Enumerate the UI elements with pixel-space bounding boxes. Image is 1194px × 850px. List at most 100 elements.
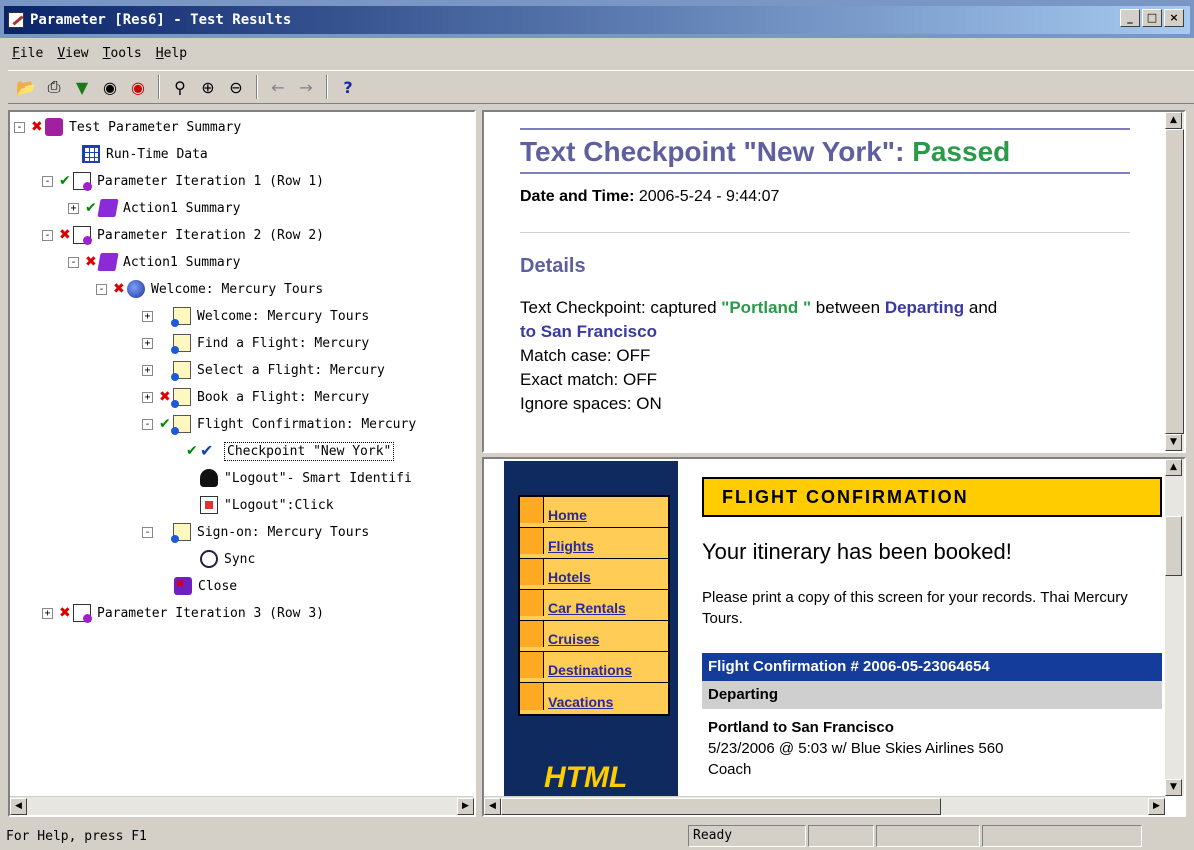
details-vertical-scrollbar[interactable]: ▲ ▼ xyxy=(1165,112,1184,451)
nav-link[interactable]: Cruises xyxy=(548,631,599,647)
web-sidebar: Home Flights Hotels Car Rentals Cruises … xyxy=(504,461,678,801)
print-icon[interactable]: ⎙ xyxy=(42,75,66,99)
tree-node-welcome-page[interactable]: + Welcome: Mercury Tours xyxy=(142,303,369,329)
tree-node-logout-click[interactable]: "Logout":Click xyxy=(200,492,334,518)
page-icon xyxy=(73,172,92,191)
scroll-thumb[interactable] xyxy=(1165,129,1184,434)
scroll-left-icon[interactable]: ◀ xyxy=(484,797,501,815)
nav-link[interactable]: Destinations xyxy=(548,662,632,678)
page-horizontal-scrollbar[interactable]: ◀ ▶ xyxy=(484,796,1165,815)
collapse-icon[interactable]: - xyxy=(14,121,25,133)
tree-node-welcome-browser[interactable]: - ✖ Welcome: Mercury Tours xyxy=(96,276,323,302)
tree-node-find-flight[interactable]: + Find a Flight: Mercury xyxy=(142,330,369,356)
tree-node-iteration-3[interactable]: + ✖ Parameter Iteration 3 (Row 3) xyxy=(42,600,324,626)
back-arrow-icon[interactable]: ← xyxy=(266,75,290,99)
after-text-value: to San Francisco xyxy=(520,322,657,341)
tree-node-iteration-1[interactable]: - ✔ Parameter Iteration 1 (Row 1) xyxy=(42,168,324,194)
tree-node-iteration-2[interactable]: - ✖ Parameter Iteration 2 (Row 2) xyxy=(42,222,324,248)
tree-node-runtime-data[interactable]: Run-Time Data xyxy=(82,141,208,167)
menu-bar: File View Tools Help xyxy=(0,40,1194,66)
nav-link[interactable]: Flights xyxy=(548,538,594,554)
nav-link[interactable]: Car Rentals xyxy=(548,600,626,616)
fail-icon: ✖ xyxy=(31,119,43,135)
tree-horizontal-scrollbar[interactable]: ◀ ▶ xyxy=(10,796,474,815)
find-previous-icon[interactable]: ◉ xyxy=(126,75,150,99)
scroll-down-icon[interactable]: ▼ xyxy=(1165,779,1182,796)
nav-flights[interactable]: Flights xyxy=(520,528,668,559)
nav-link[interactable]: Hotels xyxy=(548,569,591,585)
tree-node-sync[interactable]: Sync xyxy=(200,546,255,572)
filter-icon[interactable]: ▼ xyxy=(70,75,94,99)
date-time-value: 2006-5-24 - 9:44:07 xyxy=(634,188,780,205)
tree-node-select-flight[interactable]: + Select a Flight: Mercury xyxy=(142,357,385,383)
collapse-icon[interactable]: - xyxy=(68,256,79,268)
tree-node-label: Welcome: Mercury Tours xyxy=(197,308,370,324)
zoom-out-icon[interactable]: ⊖ xyxy=(224,75,248,99)
scroll-up-icon[interactable]: ▲ xyxy=(1165,112,1182,129)
scroll-left-icon[interactable]: ◀ xyxy=(10,797,27,815)
open-icon[interactable]: 📂 xyxy=(14,75,38,99)
tree-node-label: Sync xyxy=(224,551,256,567)
tree-node-book-flight[interactable]: + ✖ Book a Flight: Mercury xyxy=(142,384,369,410)
nav-link[interactable]: Vacations xyxy=(548,694,613,710)
scroll-thumb[interactable] xyxy=(1165,516,1182,576)
tree-node-label: "Logout"- Smart Identifi xyxy=(224,470,412,486)
web-nav: Home Flights Hotels Car Rentals Cruises … xyxy=(518,495,670,716)
confirmation-number: Flight Confirmation # 2006-05-23064654 xyxy=(702,653,1162,681)
collapse-icon[interactable]: - xyxy=(96,283,107,295)
nav-car-rentals[interactable]: Car Rentals xyxy=(520,590,668,621)
flight-route: Portland to San Francisco xyxy=(708,719,894,736)
nav-hotels[interactable]: Hotels xyxy=(520,559,668,590)
nav-cruises[interactable]: Cruises xyxy=(520,621,668,652)
collapse-icon[interactable]: - xyxy=(42,175,53,187)
tree-node-close[interactable]: Close xyxy=(174,573,237,599)
expand-icon[interactable]: + xyxy=(142,391,153,403)
tree-node-checkpoint-new-york[interactable]: ✔ ✔ Checkpoint "New York" xyxy=(186,438,395,464)
tree-node-flight-confirmation[interactable]: - ✔ Flight Confirmation: Mercury xyxy=(142,411,416,437)
minimize-button[interactable]: _ xyxy=(1120,9,1140,27)
nav-link[interactable]: Home xyxy=(548,507,587,523)
expand-icon[interactable]: + xyxy=(68,202,79,214)
tree-node-action1-summary-fail[interactable]: - ✖ Action1 Summary xyxy=(68,249,240,275)
tree-node-label: Find a Flight: Mercury xyxy=(197,335,370,351)
nav-vacations[interactable]: Vacations xyxy=(520,683,668,714)
menu-tools[interactable]: Tools xyxy=(103,46,142,61)
zoom-in-icon[interactable]: ⊕ xyxy=(196,75,220,99)
find-icon[interactable]: ◉ xyxy=(98,75,122,99)
zoom-fit-icon[interactable]: ⚲ xyxy=(168,75,192,99)
tree-node-label: Action1 Summary xyxy=(123,254,241,270)
window-title: Parameter [Res6] - Test Results xyxy=(30,12,292,28)
details-body: Text Checkpoint: captured "Portland " be… xyxy=(520,296,1130,416)
tree-node-logout-smart-id[interactable]: "Logout"- Smart Identifi xyxy=(200,465,412,491)
close-button[interactable]: × xyxy=(1164,9,1184,27)
nav-destinations[interactable]: Destinations xyxy=(520,652,668,683)
menu-file[interactable]: File xyxy=(12,46,43,61)
scroll-up-icon[interactable]: ▲ xyxy=(1165,459,1182,476)
maximize-button[interactable]: □ xyxy=(1142,9,1162,27)
divider xyxy=(520,172,1130,174)
forward-arrow-icon[interactable]: → xyxy=(294,75,318,99)
help-icon[interactable]: ? xyxy=(336,75,360,99)
scroll-track[interactable] xyxy=(501,797,1148,815)
scroll-right-icon[interactable]: ▶ xyxy=(457,797,474,815)
menu-view[interactable]: View xyxy=(57,46,88,61)
scroll-thumb[interactable] xyxy=(501,797,941,815)
scroll-down-icon[interactable]: ▼ xyxy=(1165,434,1182,451)
itinerary-heading: Your itinerary has been booked! xyxy=(702,539,1012,564)
expand-icon[interactable]: + xyxy=(42,607,53,619)
tree-node-test-summary[interactable]: - ✖ Test Parameter Summary xyxy=(14,114,241,140)
page-vertical-scrollbar[interactable]: ▲ ▼ xyxy=(1165,459,1184,796)
expand-icon[interactable]: + xyxy=(142,310,153,322)
scroll-track[interactable] xyxy=(1165,476,1184,779)
tree-node-action1-summary-pass[interactable]: + ✔ Action1 Summary xyxy=(68,195,240,221)
menu-help[interactable]: Help xyxy=(156,46,187,61)
exact-match: Exact match: OFF xyxy=(520,370,657,389)
expand-icon[interactable]: + xyxy=(142,364,153,376)
expand-icon[interactable]: + xyxy=(142,337,153,349)
tree-node-sign-on[interactable]: - Sign-on: Mercury Tours xyxy=(142,519,369,545)
nav-home[interactable]: Home xyxy=(520,497,668,528)
collapse-icon[interactable]: - xyxy=(142,418,153,430)
collapse-icon[interactable]: - xyxy=(142,526,153,538)
collapse-icon[interactable]: - xyxy=(42,229,53,241)
scroll-right-icon[interactable]: ▶ xyxy=(1148,797,1165,815)
